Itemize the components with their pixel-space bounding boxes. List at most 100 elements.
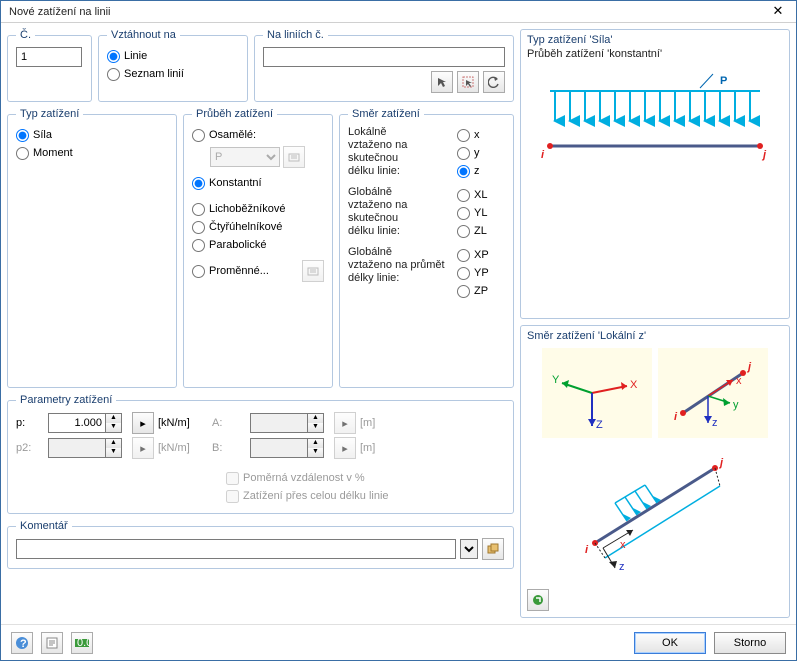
- legend-parameters: Parametry zatížení: [16, 394, 116, 406]
- radio-z[interactable]: [457, 165, 470, 178]
- legend-load-distribution: Průběh zatížení: [192, 108, 277, 120]
- edit-variable-icon: [302, 260, 324, 282]
- p-input[interactable]: [48, 413, 106, 433]
- global-proj-label: Globálně vztaženo na průmět délky linie:: [348, 246, 457, 298]
- preview1-sub: Průběh zatížení 'konstantní': [527, 48, 783, 60]
- close-icon[interactable]: ✕: [764, 3, 792, 21]
- legend-load-type: Typ zatížení: [16, 108, 83, 120]
- comment-input[interactable]: [16, 539, 456, 559]
- svg-text:j: j: [718, 457, 724, 469]
- svg-text:x: x: [620, 539, 626, 551]
- svg-text:?: ?: [20, 638, 27, 650]
- radio-xp[interactable]: [457, 249, 470, 262]
- window-title: Nové zatížení na linii: [9, 6, 764, 18]
- radio-xl[interactable]: [457, 189, 470, 202]
- svg-text:z: z: [712, 417, 718, 429]
- radio-yp[interactable]: [457, 267, 470, 280]
- chk-full-length: [226, 490, 239, 503]
- radio-osamele[interactable]: [192, 129, 205, 142]
- radio-yl[interactable]: [457, 207, 470, 220]
- legend-number: Č.: [16, 29, 35, 41]
- b-unit: [m]: [360, 442, 390, 454]
- ok-button[interactable]: OK: [634, 632, 706, 654]
- cancel-button[interactable]: Storno: [714, 632, 786, 654]
- edit-combo-icon: [283, 146, 305, 168]
- b-input: [250, 438, 308, 458]
- a-input: [250, 413, 308, 433]
- a-label: A:: [212, 417, 246, 429]
- preview1-title: Typ zatížení 'Síla': [527, 34, 783, 46]
- b-extra-icon: ▸: [334, 437, 356, 459]
- svg-text:i: i: [585, 544, 589, 556]
- svg-text:X: X: [630, 379, 638, 391]
- preview2-diagram: i j x z: [565, 448, 745, 578]
- undo-icon[interactable]: [483, 71, 505, 93]
- svg-text:P: P: [720, 75, 727, 87]
- legend-load-direction: Směr zatížení: [348, 108, 424, 120]
- svg-text:0.00: 0.00: [77, 637, 90, 649]
- legend-on-lines: Na liniích č.: [263, 29, 328, 41]
- radio-y[interactable]: [457, 147, 470, 160]
- group-load-type: Typ zatížení Síla Moment: [7, 108, 177, 388]
- notes-icon[interactable]: [41, 632, 63, 654]
- a-extra-icon: ▸: [334, 412, 356, 434]
- radio-ctyru[interactable]: [192, 221, 205, 234]
- radio-seznam[interactable]: [107, 68, 120, 81]
- svg-text:Z: Z: [596, 419, 603, 431]
- radio-parab[interactable]: [192, 239, 205, 252]
- comment-dropdown[interactable]: [460, 539, 478, 559]
- p-down[interactable]: ▼: [106, 423, 121, 432]
- b-label: B:: [212, 442, 246, 454]
- help-icon[interactable]: ?: [11, 632, 33, 654]
- group-load-distribution: Průběh zatížení Osamělé: P Konstantní Li…: [183, 108, 333, 388]
- p2-label: p2:: [16, 442, 44, 454]
- svg-text:Y: Y: [552, 374, 560, 386]
- global-real-label: Globálně vztaženo na skutečnou délku lin…: [348, 186, 457, 238]
- number-input[interactable]: [16, 47, 82, 67]
- p-unit: [kN/m]: [158, 417, 208, 429]
- p-up[interactable]: ▲: [106, 414, 121, 423]
- radio-moment[interactable]: [16, 147, 29, 160]
- group-number: Č.: [7, 29, 92, 102]
- legend-comment: Komentář: [16, 520, 72, 532]
- pick-icon[interactable]: [431, 71, 453, 93]
- radio-konstantni[interactable]: [192, 177, 205, 190]
- radio-x[interactable]: [457, 129, 470, 142]
- select-box-icon[interactable]: [457, 71, 479, 93]
- a-unit: [m]: [360, 417, 390, 429]
- p-label: p:: [16, 417, 44, 429]
- radio-zp[interactable]: [457, 285, 470, 298]
- lines-input[interactable]: [263, 47, 505, 67]
- preview1-diagram: P i j: [535, 66, 775, 186]
- p2-unit: [kN/m]: [158, 442, 208, 454]
- radio-sila[interactable]: [16, 129, 29, 142]
- combo-p: P: [210, 147, 280, 167]
- p2-input: [48, 438, 106, 458]
- group-refer-to: Vztáhnout na Linie Seznam linií: [98, 29, 248, 102]
- svg-text:j: j: [746, 361, 752, 373]
- svg-text:i: i: [674, 411, 678, 423]
- preview2-title: Směr zatížení 'Lokální z': [527, 330, 783, 342]
- preview-direction: Směr zatížení 'Lokální z' X Y Z: [520, 325, 790, 618]
- button-bar: ? 0.00 OK Storno: [1, 624, 796, 660]
- axes-global-icon: X Y Z: [542, 348, 652, 438]
- local-label: Lokálně vztaženo na skutečnou délku lini…: [348, 126, 457, 178]
- group-comment: Komentář: [7, 520, 514, 569]
- radio-linie[interactable]: [107, 50, 120, 63]
- radio-promenne[interactable]: [192, 265, 205, 278]
- comment-library-icon[interactable]: [482, 538, 504, 560]
- radio-licho[interactable]: [192, 203, 205, 216]
- legend-refer-to: Vztáhnout na: [107, 29, 180, 41]
- group-load-direction: Směr zatížení Lokálně vztaženo na skuteč…: [339, 108, 514, 388]
- units-icon[interactable]: 0.00: [71, 632, 93, 654]
- axes-local-icon: i j x y z: [658, 348, 768, 438]
- group-on-lines: Na liniích č.: [254, 29, 514, 102]
- p-extra-icon[interactable]: ▸: [132, 412, 154, 434]
- svg-text:j: j: [761, 149, 767, 161]
- svg-text:x: x: [736, 375, 742, 387]
- radio-zl[interactable]: [457, 225, 470, 238]
- group-load-parameters: Parametry zatížení p: ▲▼ ▸ [kN/m] A: ▲▼ …: [7, 394, 514, 514]
- svg-text:i: i: [541, 149, 545, 161]
- p2-extra-icon: ▸: [132, 437, 154, 459]
- preview-refresh-icon[interactable]: [527, 589, 549, 611]
